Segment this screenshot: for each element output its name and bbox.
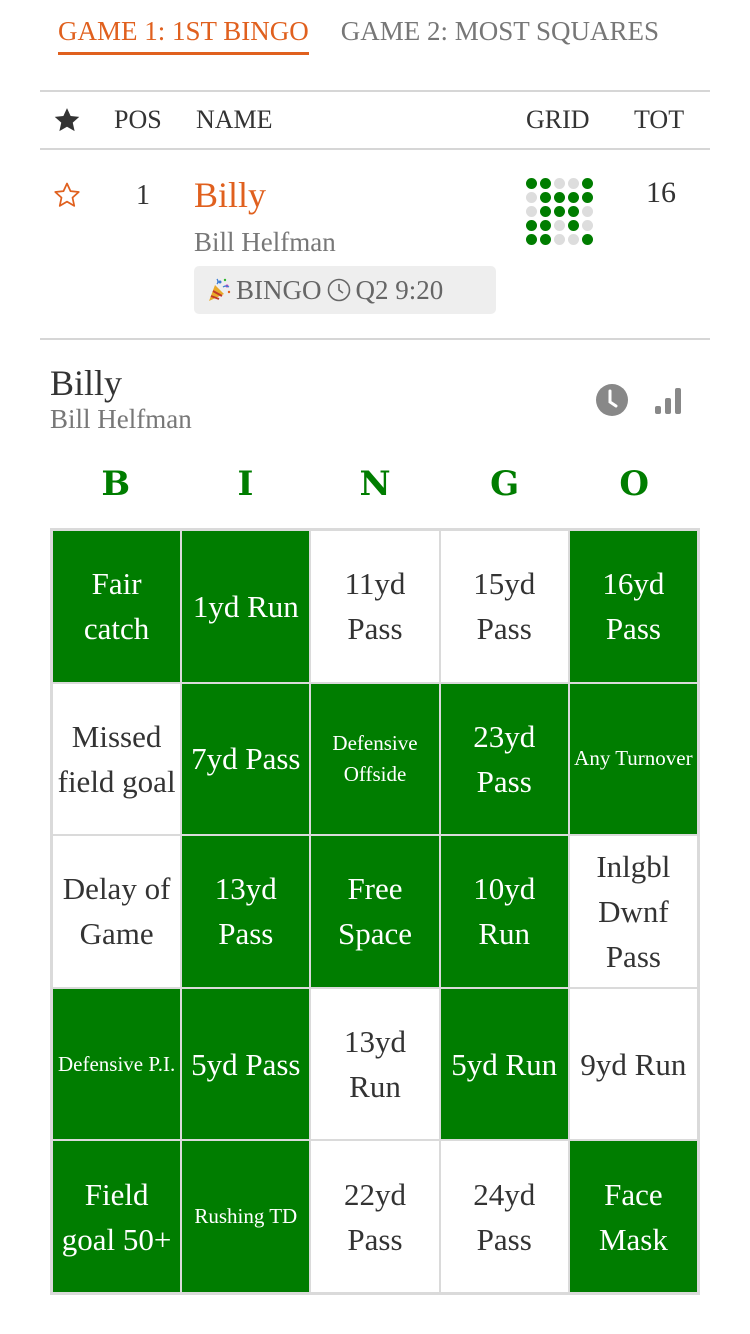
grid-dot	[540, 234, 551, 245]
star-filled-icon[interactable]	[52, 105, 82, 135]
bingo-cell[interactable]: Delay of Game	[53, 836, 181, 987]
bingo-cell[interactable]: 7yd Pass	[182, 683, 310, 835]
bingo-cell[interactable]: Field goal 50+	[53, 1141, 181, 1292]
letter-g: G	[490, 464, 520, 504]
grid-dot	[582, 234, 593, 245]
tab-game-2[interactable]: GAME 2: MOST SQUARES	[341, 14, 659, 55]
grid-dot	[582, 206, 593, 217]
bingo-cell[interactable]: Fair catch	[53, 531, 181, 682]
grid-dot	[540, 206, 551, 217]
grid-dot	[554, 178, 565, 189]
header-grid[interactable]: GRID	[526, 105, 590, 135]
grid-dot	[554, 192, 565, 203]
player-nickname[interactable]: Billy	[194, 174, 266, 216]
player-nickname: Billy	[50, 363, 123, 403]
player-header: Billy Bill Helfman	[50, 362, 192, 434]
bar-chart-icon[interactable]	[651, 383, 685, 417]
game-tabs: GAME 1: 1ST BINGO GAME 2: MOST SQUARES	[58, 14, 659, 55]
grid-dot	[526, 206, 537, 217]
bingo-cell[interactable]: 5yd Pass	[182, 988, 310, 1140]
grid-dot	[526, 234, 537, 245]
clock-icon	[326, 277, 352, 303]
player-full-name: Bill Helfman	[50, 404, 192, 434]
letter-b: B	[101, 464, 131, 504]
bingo-cell[interactable]: 23yd Pass	[440, 683, 568, 835]
clock-icon[interactable]	[595, 383, 629, 417]
grid-dot	[568, 192, 579, 203]
bingo-cell[interactable]: Any Turnover	[569, 683, 697, 835]
grid-dot	[526, 220, 537, 231]
bingo-badge: BINGO Q2 9:20	[194, 266, 496, 314]
bingo-cell[interactable]: 13yd Pass	[182, 836, 310, 987]
bingo-cell[interactable]: 5yd Run	[440, 988, 568, 1140]
badge-label: BINGO	[236, 274, 322, 305]
grid-dot	[540, 178, 551, 189]
total-score: 16	[646, 176, 676, 209]
bingo-cell[interactable]: Missed field goal	[53, 683, 181, 835]
bingo-letters: B I N G O	[51, 462, 699, 506]
letter-i: I	[237, 464, 254, 504]
bingo-cell[interactable]: Free Space	[311, 836, 439, 987]
star-outline-icon[interactable]	[52, 180, 82, 210]
bingo-cell[interactable]: 13yd Run	[311, 988, 439, 1140]
bingo-time: Q2 9:20	[355, 274, 444, 305]
grid-dot	[554, 206, 565, 217]
bingo-cell[interactable]: 22yd Pass	[311, 1141, 439, 1292]
grid-dot	[582, 220, 593, 231]
letter-n: N	[359, 464, 391, 504]
bingo-cell[interactable]: 11yd Pass	[311, 531, 439, 682]
grid-dot	[582, 192, 593, 203]
bingo-cell[interactable]: Inlgbl Dwnf Pass	[569, 836, 697, 987]
party-popper-icon	[206, 277, 232, 303]
leaderboard-row[interactable]: 1 Billy Bill Helfman BINGO Q2 9:20 16	[40, 150, 710, 338]
grid-dot	[568, 178, 579, 189]
grid-dot	[582, 178, 593, 189]
player-actions	[595, 383, 685, 417]
bingo-cell[interactable]: Defensive P.I.	[53, 988, 181, 1140]
grid-dot	[554, 220, 565, 231]
header-name[interactable]: NAME	[196, 105, 273, 135]
header-pos[interactable]: POS	[114, 105, 162, 135]
position: 1	[136, 180, 150, 211]
bingo-cell[interactable]: 1yd Run	[182, 531, 310, 682]
leaderboard-header: POS NAME GRID TOT	[40, 92, 710, 148]
bingo-cell[interactable]: 9yd Run	[569, 988, 697, 1140]
player-full-name: Bill Helfman	[194, 227, 336, 257]
bingo-cell[interactable]: Face Mask	[569, 1141, 697, 1292]
grid-dot	[568, 206, 579, 217]
bingo-cell[interactable]: Rushing TD	[182, 1141, 310, 1292]
grid-dot	[568, 234, 579, 245]
grid-dot	[540, 192, 551, 203]
grid-dot	[526, 192, 537, 203]
bingo-cell[interactable]: 10yd Run	[440, 836, 568, 987]
grid-dot	[540, 220, 551, 231]
bingo-cell[interactable]: 15yd Pass	[440, 531, 568, 682]
tab-game-1[interactable]: GAME 1: 1ST BINGO	[58, 14, 309, 55]
grid-dot	[554, 234, 565, 245]
bingo-cell[interactable]: Defensive Offside	[311, 683, 439, 835]
grid-dot	[526, 178, 537, 189]
mini-grid	[526, 178, 593, 245]
header-tot[interactable]: TOT	[634, 105, 684, 135]
divider	[40, 338, 710, 340]
bingo-board: Fair catch 1yd Run 11yd Pass 15yd Pass 16yd …	[50, 528, 700, 1295]
bingo-cell[interactable]: 24yd Pass	[440, 1141, 568, 1292]
bingo-cell[interactable]: 16yd Pass	[569, 531, 697, 682]
letter-o: O	[619, 464, 649, 504]
grid-dot	[568, 220, 579, 231]
